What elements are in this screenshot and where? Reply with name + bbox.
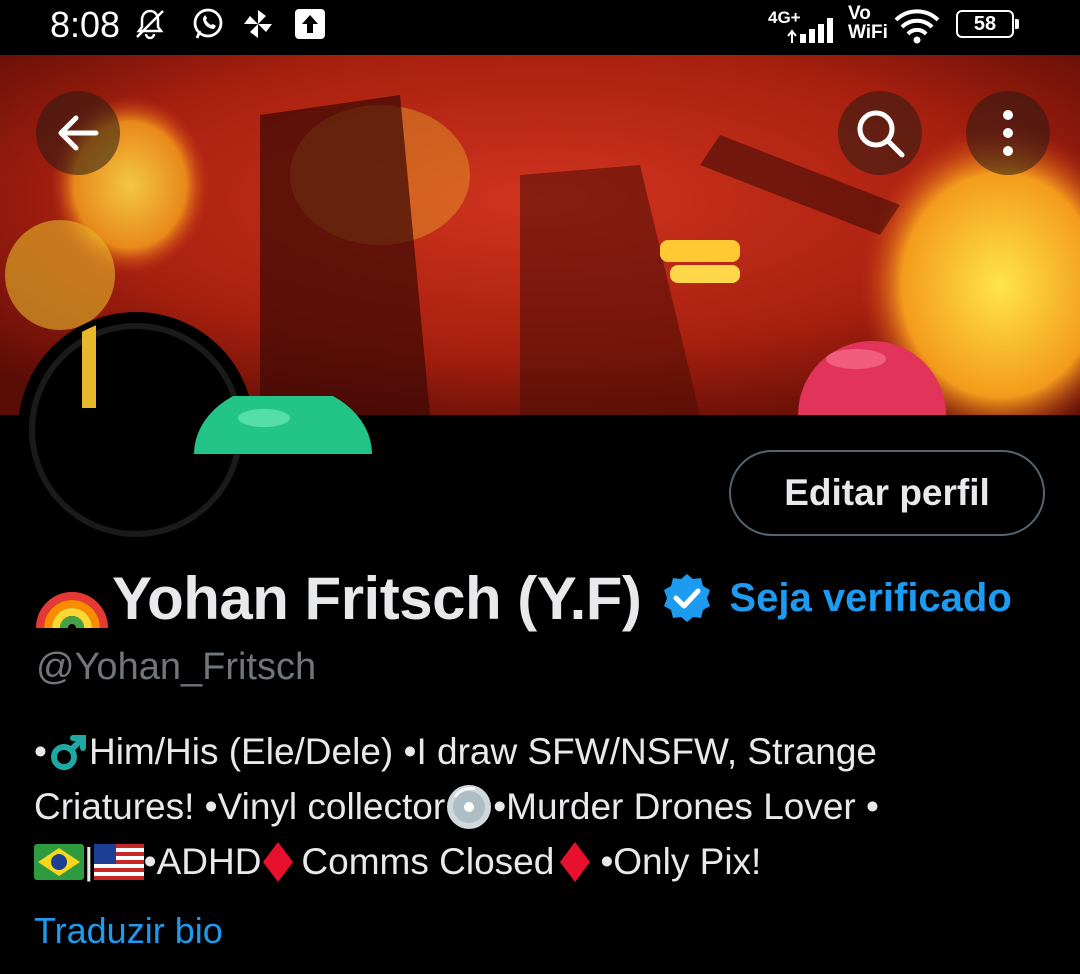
green-shape xyxy=(194,396,372,454)
bio-text: Criatures! •Vinyl collector xyxy=(34,786,446,827)
verified-badge-icon[interactable] xyxy=(661,572,713,624)
search-icon xyxy=(857,110,905,158)
more-vertical-icon xyxy=(1003,110,1013,156)
wifi-icon xyxy=(894,9,940,44)
signal-icon xyxy=(787,18,833,43)
bio-text: | xyxy=(84,841,94,882)
status-bar: 8:08 4G+ Vo WiFi 58 xyxy=(0,0,1080,52)
whatsapp-icon xyxy=(193,8,223,39)
male-sign-emoji xyxy=(50,734,86,770)
bio-line-2: Criatures! •Vinyl collector •Murder Dron… xyxy=(34,779,1044,834)
status-right-group: 4G+ Vo WiFi 58 xyxy=(768,4,1028,46)
battery-level: 58 xyxy=(973,12,997,35)
bio-text: Comms Closed xyxy=(301,841,555,882)
bio-line-3: | •ADHD Comms Closed •Only Pix! xyxy=(34,834,1044,889)
status-time: 8:08 xyxy=(50,4,121,45)
red-diamond-emoji xyxy=(560,841,591,882)
back-arrow-icon xyxy=(58,115,99,151)
us-flag-emoji xyxy=(93,843,144,880)
dvd-emoji xyxy=(447,784,492,829)
battery-icon: 58 xyxy=(956,10,1019,38)
back-button[interactable] xyxy=(36,91,120,175)
bio-text: •ADHD xyxy=(143,841,262,882)
upload-icon xyxy=(295,9,325,39)
pinwheel-icon xyxy=(244,10,272,38)
brazil-flag-emoji xyxy=(34,843,84,880)
volte-top: Vo xyxy=(848,3,871,24)
get-verified-link[interactable]: Seja verificado xyxy=(729,576,1011,621)
bio-text: •Only Pix! xyxy=(600,841,762,882)
user-handle: @Yohan_Fritsch xyxy=(36,646,317,688)
more-button[interactable] xyxy=(966,91,1050,175)
volte-label: Vo WiFi xyxy=(848,4,888,42)
name-row: Yohan Fritsch (Y.F) Seja verificado xyxy=(36,558,1012,638)
edit-profile-button[interactable]: Editar perfil xyxy=(729,450,1045,536)
mute-icon xyxy=(136,9,164,40)
banner-pink-shape xyxy=(798,341,946,415)
translate-bio-link[interactable]: Traduzir bio xyxy=(34,910,223,952)
bio-text: Him/His (Ele/Dele) •I draw SFW/NSFW, Str… xyxy=(88,731,878,772)
volte-bottom: WiFi xyxy=(848,22,888,43)
rainbow-emoji xyxy=(36,592,108,629)
red-diamond-emoji xyxy=(263,841,294,882)
bio-text: •Murder Drones Lover • xyxy=(493,786,879,827)
display-name: Yohan Fritsch (Y.F) xyxy=(112,564,642,632)
bio: • Him/His (Ele/Dele) •I draw SFW/NSFW, S… xyxy=(34,724,1044,889)
bio-text: • xyxy=(34,731,47,772)
search-button[interactable] xyxy=(838,91,922,175)
bio-line-1: • Him/His (Ele/Dele) •I draw SFW/NSFW, S… xyxy=(34,724,1044,779)
